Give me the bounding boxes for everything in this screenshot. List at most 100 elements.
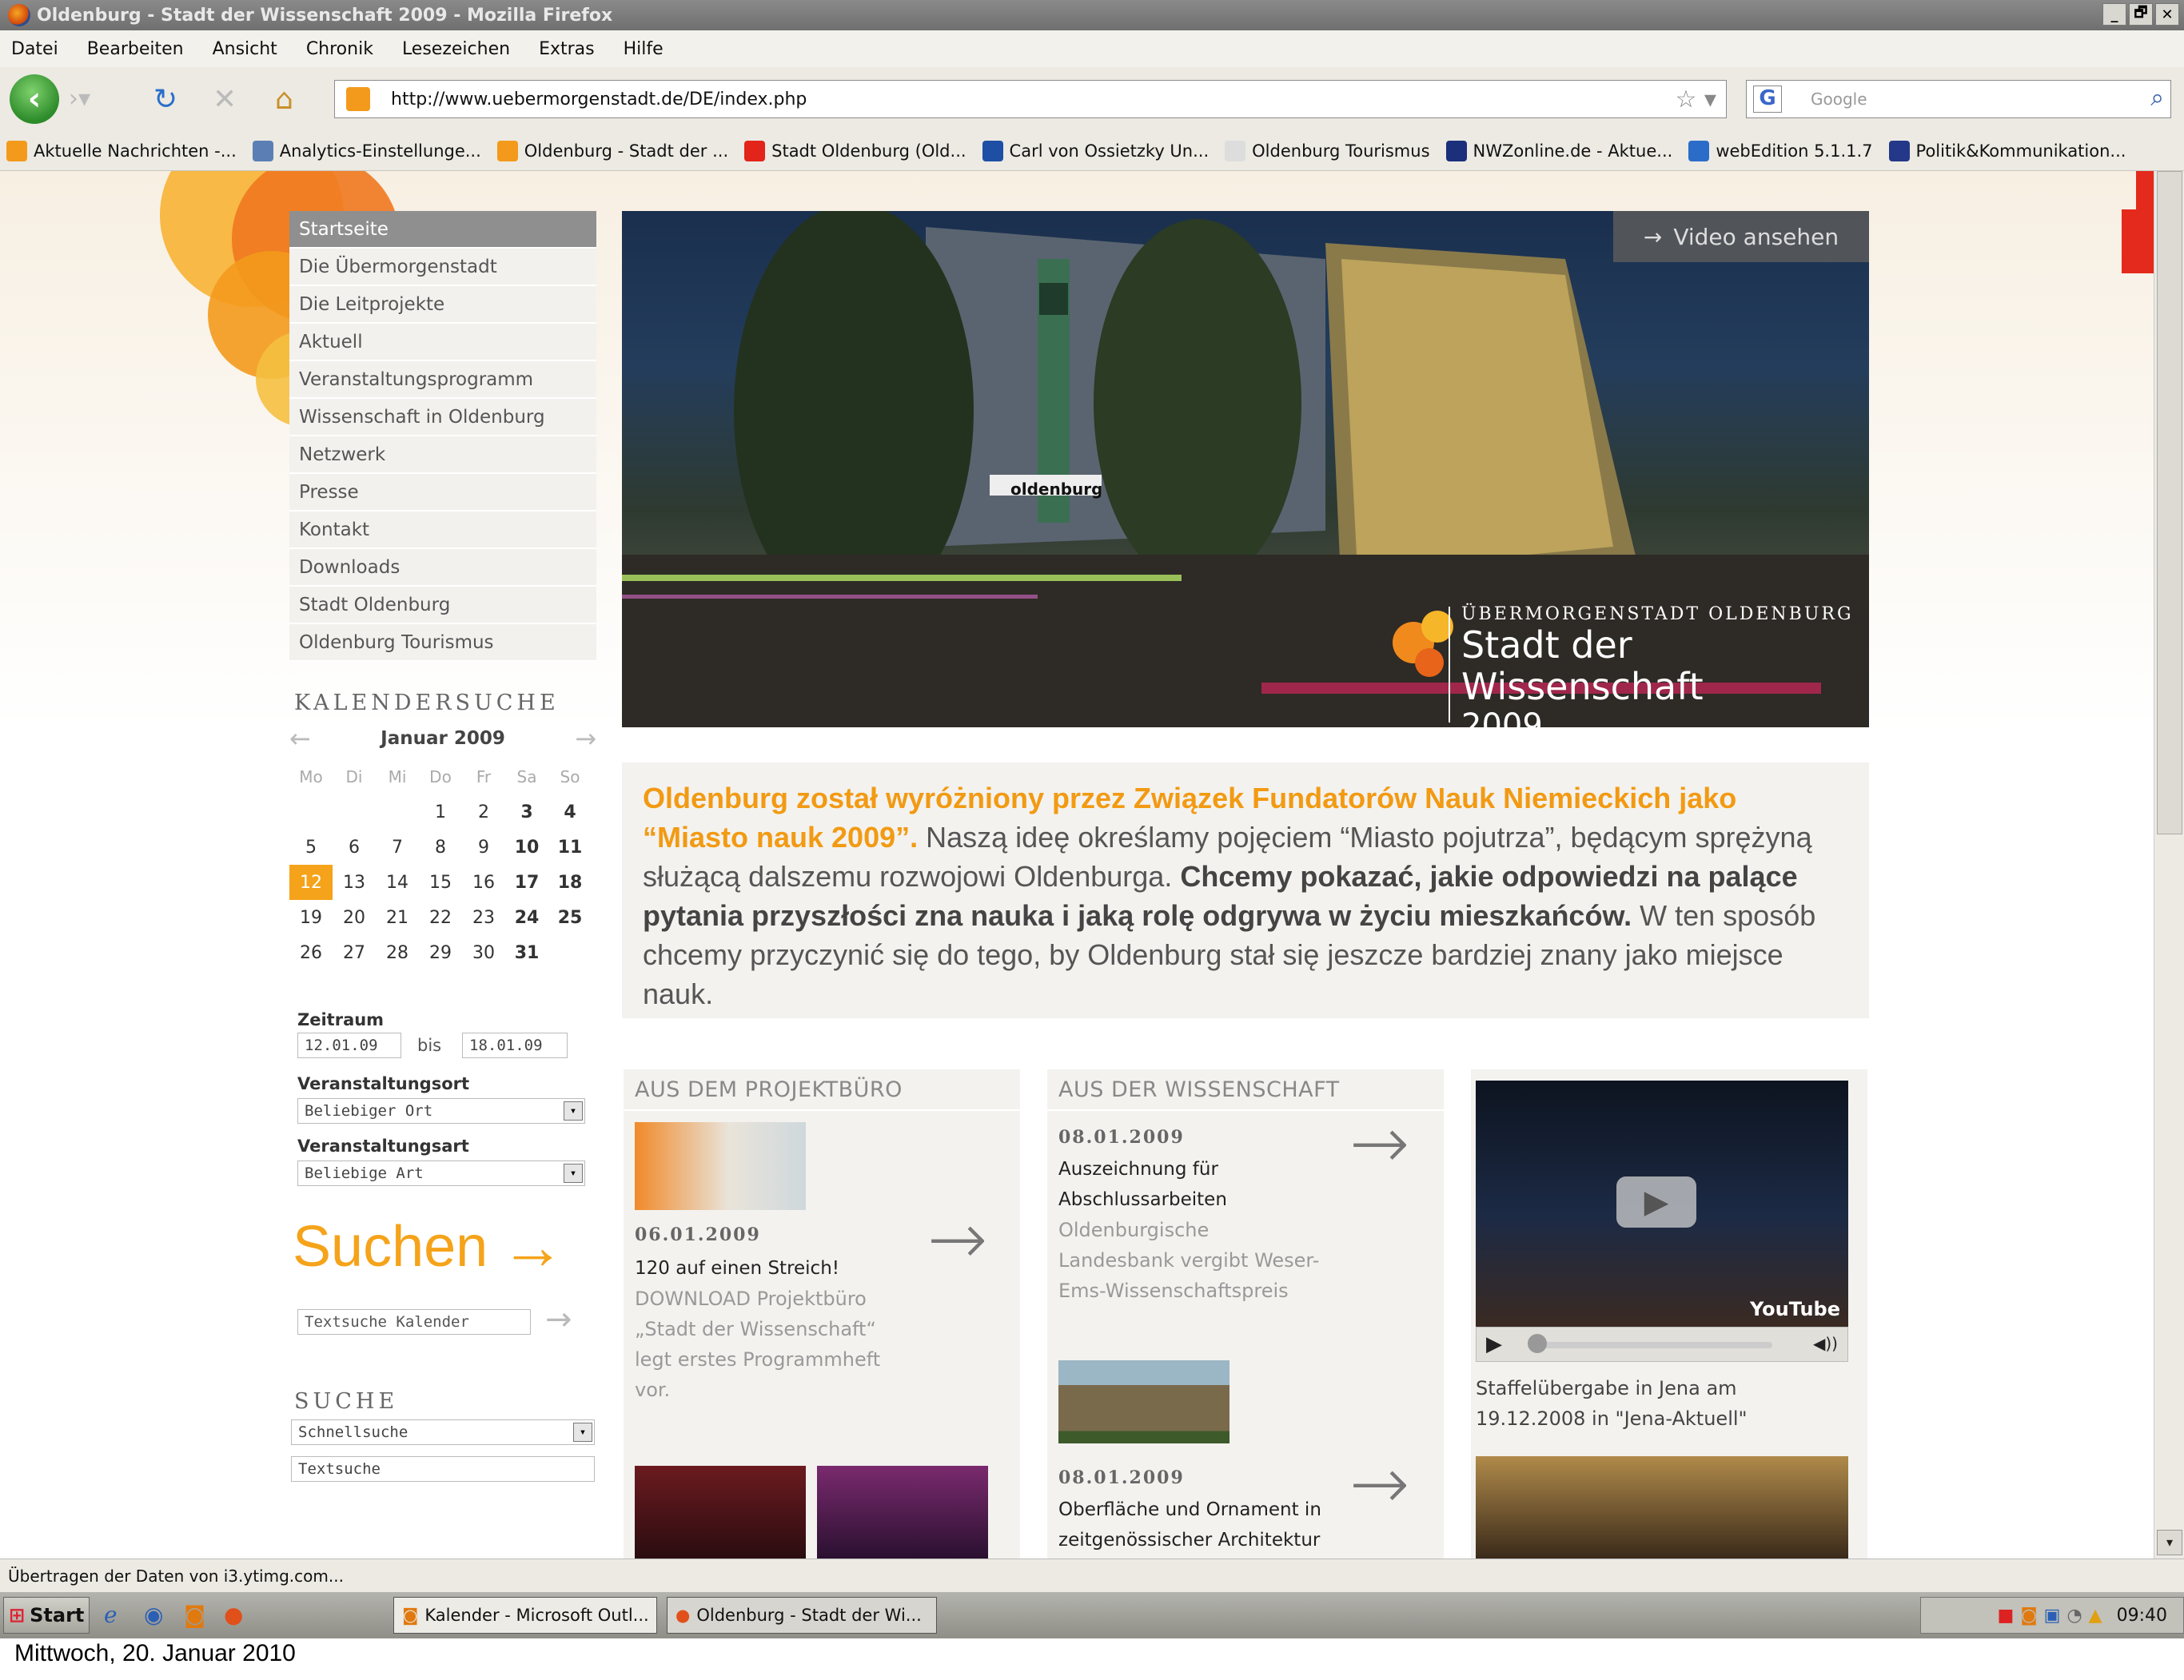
calendar-day[interactable]: 26 [289, 935, 333, 970]
start-button[interactable]: ⊞ Start [3, 1597, 90, 1634]
wissenschaft-item1-title[interactable]: Auszeichnung für Abschlussarbeiten [1058, 1154, 1266, 1215]
web-search-bar[interactable]: G Google ⌕ [1746, 80, 2171, 118]
wissenschaft-item2-thumbnail[interactable] [1058, 1360, 1229, 1443]
projektbuero-photo-1[interactable] [635, 1466, 806, 1559]
task-firefox-window[interactable]: ● Oldenburg - Stadt der Wi... [667, 1597, 937, 1634]
menu-extras[interactable]: Extras [539, 39, 595, 59]
update-tray-icon[interactable]: ◔ [2066, 1606, 2082, 1626]
sidebar-item[interactable]: Stadt Oldenburg [289, 587, 596, 624]
bookmark-star-icon[interactable]: ☆ ▾ [1676, 86, 1717, 113]
calendar-day[interactable]: 24 [505, 900, 548, 935]
volume-icon[interactable]: ◀)) [1813, 1334, 1838, 1353]
calendar-day[interactable]: 13 [333, 865, 376, 900]
calendar-day[interactable]: 9 [462, 830, 505, 865]
menu-datei[interactable]: Datei [11, 39, 58, 59]
arrow-right-icon[interactable]: → [1349, 1442, 1409, 1526]
sidebar-item[interactable]: Startseite [289, 211, 596, 249]
calendar-day[interactable]: 25 [548, 900, 592, 935]
calendar-day[interactable]: 12 [289, 865, 333, 900]
calendar-day[interactable]: 15 [419, 865, 462, 900]
bookmark-item[interactable]: Politik&Kommunikation... [1888, 140, 2126, 161]
calendar-day[interactable]: 28 [376, 935, 419, 970]
sidebar-item[interactable]: Veranstaltungsprogramm [289, 361, 596, 399]
arrow-right-icon[interactable]: → [1349, 1101, 1409, 1185]
quicksearch-text-input[interactable]: Textsuche [291, 1456, 595, 1482]
projektbuero-thumbnail[interactable] [635, 1122, 806, 1210]
firefox-quicklaunch-icon[interactable]: ● [224, 1602, 243, 1628]
calendar-day[interactable]: 1 [419, 794, 462, 830]
calendar-day[interactable]: 11 [548, 830, 592, 865]
hero-image[interactable]: → Video ansehen oldenburg ÜBERMORGENSTAD… [622, 211, 1869, 727]
sidebar-item[interactable]: Wissenschaft in Oldenburg [289, 399, 596, 436]
menu-ansicht[interactable]: Ansicht [213, 39, 277, 59]
scrollbar-thumb[interactable] [2157, 171, 2182, 834]
google-engine-icon[interactable]: G [1753, 86, 1782, 113]
dropdown-arrow-icon[interactable]: ▾ [564, 1101, 583, 1121]
calendar-day[interactable]: 17 [505, 865, 548, 900]
play-overlay-icon[interactable]: ▶ [1616, 1176, 1696, 1228]
wissenschaft-item2-title[interactable]: Oberfläche und Ornament in zeitgenössisc… [1058, 1495, 1330, 1555]
minimize-button[interactable]: _ [2102, 3, 2126, 26]
video-thumbnail-2[interactable] [1476, 1456, 1848, 1559]
calendar-day[interactable]: 18 [548, 865, 592, 900]
calendar-day[interactable]: 14 [376, 865, 419, 900]
calendar-day[interactable]: 4 [548, 794, 592, 830]
text-search-go-icon[interactable]: → [545, 1301, 572, 1338]
menu-chronik[interactable]: Chronik [306, 39, 373, 59]
progress-track[interactable] [1532, 1342, 1772, 1348]
calendar-day[interactable]: 19 [289, 900, 333, 935]
projektbuero-photo-2[interactable] [817, 1466, 988, 1559]
antivirus-tray-icon[interactable]: ■ [1998, 1606, 2015, 1626]
bookmark-item[interactable]: Aktuelle Nachrichten -... [6, 140, 237, 161]
wissenschaft-item1-teaser[interactable]: Oldenburgische Landesbank vergibt Weser-… [1058, 1215, 1322, 1306]
suchen-button[interactable]: Suchen → [293, 1210, 564, 1284]
outlook-quicklaunch-icon[interactable]: ◙ [184, 1602, 205, 1628]
menu-bearbeiten[interactable]: Bearbeiten [87, 39, 184, 59]
scroll-down-arrow-icon[interactable]: ▾ [2157, 1530, 2182, 1555]
search-icon[interactable]: ⌕ [2150, 84, 2164, 112]
date-from-field[interactable]: 12.01.09 [297, 1033, 401, 1058]
calendar-day[interactable]: 2 [462, 794, 505, 830]
sidebar-item[interactable]: Netzwerk [289, 436, 596, 474]
art-select[interactable]: Beliebige Art ▾ [297, 1160, 585, 1186]
bookmark-item[interactable]: Oldenburg Tourismus [1225, 140, 1430, 161]
calendar-day[interactable]: 31 [505, 935, 548, 970]
play-button[interactable]: ▶ [1486, 1332, 1502, 1356]
calendar-day[interactable]: 21 [376, 900, 419, 935]
calendar-day[interactable]: 5 [289, 830, 333, 865]
sidebar-item[interactable]: Die Übermorgenstadt [289, 249, 596, 286]
calendar-day[interactable]: 6 [333, 830, 376, 865]
forward-button[interactable]: ›▾ [69, 85, 101, 113]
vertical-scrollbar[interactable]: ▾ [2154, 171, 2184, 1559]
task-outlook-calendar[interactable]: ◙ Kalender - Microsoft Outl... [393, 1597, 657, 1634]
calendar-day[interactable]: 16 [462, 865, 505, 900]
sidebar-item[interactable]: Die Leitprojekte [289, 286, 596, 324]
calendar-day[interactable]: 30 [462, 935, 505, 970]
outlook-tray-icon[interactable]: ◙ [2020, 1606, 2037, 1626]
calendar-day[interactable]: 27 [333, 935, 376, 970]
video-caption[interactable]: Staffelübergabe in Jena am 19.12.2008 in… [1476, 1373, 1851, 1434]
video-link[interactable]: → Video ansehen [1613, 211, 1869, 262]
bookmark-item[interactable]: webEdition 5.1.1.7 [1688, 140, 1873, 161]
sidebar-item[interactable]: Oldenburg Tourismus [289, 624, 596, 662]
bookmark-item[interactable]: Carl von Ossietzky Un... [982, 140, 1209, 161]
network-tray-icon[interactable]: ▣ [2044, 1606, 2061, 1626]
projektbuero-teaser[interactable]: DOWNLOAD Projektbüro „Stadt der Wissensc… [635, 1284, 891, 1405]
bookmark-item[interactable]: Stadt Oldenburg (Old... [744, 140, 966, 161]
calendar-day[interactable]: 20 [333, 900, 376, 935]
calendar-day[interactable]: 3 [505, 794, 548, 830]
stop-icon[interactable]: ✕ [213, 83, 237, 116]
sidebar-item[interactable]: Aktuell [289, 324, 596, 361]
projektbuero-title[interactable]: 120 auf einen Streich! [635, 1253, 875, 1284]
ie-quicklaunch-icon[interactable]: ℯ [104, 1602, 118, 1628]
url-bar[interactable]: http://www.uebermorgenstadt.de/DE/index.… [334, 80, 1727, 118]
arrow-right-icon[interactable]: → [927, 1197, 987, 1281]
calendar-day[interactable]: 8 [419, 830, 462, 865]
calendar-day[interactable]: 23 [462, 900, 505, 935]
calendar-day[interactable]: 10 [505, 830, 548, 865]
menu-lesezeichen[interactable]: Lesezeichen [402, 39, 510, 59]
back-button[interactable]: ‹ [10, 74, 59, 124]
sidebar-item[interactable]: Presse [289, 474, 596, 512]
close-button[interactable]: ✕ [2155, 3, 2179, 26]
bookmark-item[interactable]: Analytics-Einstellunge... [252, 140, 481, 161]
